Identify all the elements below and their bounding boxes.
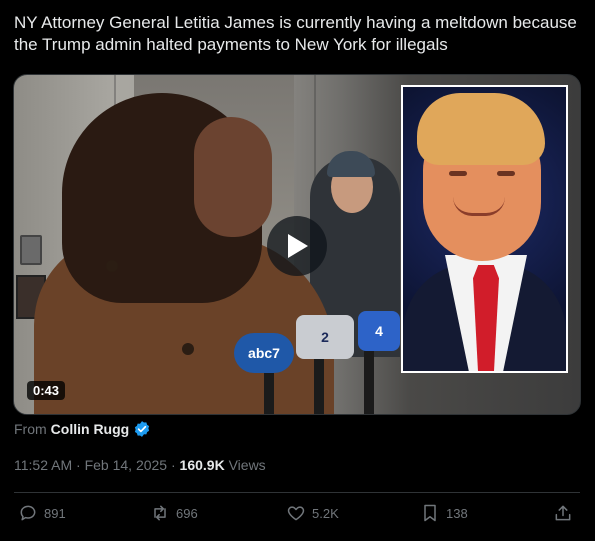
- mic-stick: [364, 350, 374, 414]
- like-button[interactable]: 5.2K: [286, 503, 339, 523]
- bookmark-icon: [424, 504, 436, 522]
- portrait-hair: [417, 93, 545, 165]
- bookmark-count: 138: [446, 505, 468, 521]
- speaker-face: [194, 117, 272, 237]
- play-icon: [288, 234, 308, 258]
- views-count: 160.9K: [179, 457, 225, 473]
- repost-button[interactable]: 696: [150, 503, 198, 523]
- author-link[interactable]: Collin Rugg: [51, 421, 130, 437]
- portrait-eye: [449, 171, 467, 176]
- divider: [14, 492, 580, 493]
- mic-channel-2: 2: [296, 315, 354, 359]
- intercom: [20, 235, 42, 265]
- mic-abc7: abc7: [234, 333, 294, 373]
- share-icon: [555, 505, 571, 521]
- post-date[interactable]: Feb 14, 2025: [85, 457, 168, 473]
- tweet-text: NY Attorney General Letitia James is cur…: [14, 13, 577, 54]
- mic-channel-4: 4: [358, 311, 400, 351]
- mic-stick: [314, 355, 324, 414]
- play-button[interactable]: [267, 216, 327, 276]
- video-player[interactable]: abc7 2 4 0:43: [13, 74, 581, 415]
- tweet-meta: 11:52 AM · Feb 14, 2025 · 160.9K Views: [14, 457, 266, 473]
- meta-separator: ·: [170, 457, 176, 473]
- post-time[interactable]: 11:52 AM: [14, 457, 72, 473]
- bookmark-button[interactable]: 138: [420, 503, 468, 523]
- portrait-eye: [497, 171, 515, 176]
- inset-portrait: [401, 85, 568, 373]
- like-count: 5.2K: [312, 505, 339, 521]
- verified-badge-icon: [135, 421, 150, 437]
- video-duration: 0:43: [27, 381, 66, 400]
- repost-count: 696: [176, 505, 198, 521]
- reply-button[interactable]: 891: [18, 503, 66, 523]
- views-label: Views: [228, 457, 266, 473]
- background-person-hat: [327, 151, 375, 177]
- reply-count: 891: [44, 505, 66, 521]
- attribution: From Collin Rugg: [14, 420, 151, 438]
- from-label: From: [14, 421, 47, 437]
- action-bar: 891 696 5.2K 138: [0, 503, 595, 529]
- heart-icon: [287, 506, 305, 521]
- share-button[interactable]: [553, 503, 573, 523]
- meta-separator: ·: [76, 457, 81, 473]
- reply-icon: [20, 505, 36, 521]
- repost-icon: [154, 505, 166, 521]
- coat-button: [106, 260, 118, 272]
- coat-button: [182, 343, 194, 355]
